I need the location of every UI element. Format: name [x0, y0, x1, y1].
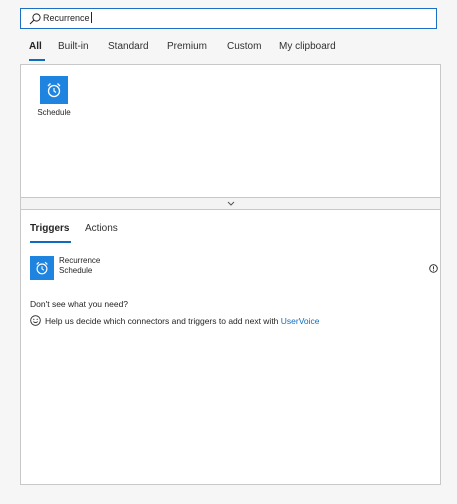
trigger-name: Recurrence: [59, 256, 101, 265]
tab-all[interactable]: All: [29, 41, 45, 61]
tab-standard[interactable]: Standard: [108, 41, 149, 52]
connector-schedule[interactable]: Schedule: [35, 76, 73, 117]
tab-triggers[interactable]: Triggers: [30, 223, 72, 243]
tab-built-in[interactable]: Built-in: [58, 41, 89, 52]
tab-premium[interactable]: Premium: [167, 41, 207, 52]
trigger-item-recurrence[interactable]: Recurrence Schedule: [30, 256, 438, 280]
chevron-down-icon: [227, 201, 235, 206]
uservoice-link[interactable]: UserVoice: [281, 316, 320, 326]
alarm-clock-icon: [30, 256, 54, 280]
help-line: Help us decide which connectors and trig…: [30, 315, 320, 326]
help-text: Help us decide which connectors and trig…: [45, 316, 281, 326]
tab-custom[interactable]: Custom: [227, 41, 261, 52]
search-input[interactable]: Recurrence: [43, 11, 92, 25]
results-panel: Triggers Actions Recurrence Schedule Don…: [20, 209, 441, 485]
smiley-icon: [30, 315, 41, 326]
connector-label: Schedule: [37, 108, 71, 117]
tab-actions[interactable]: Actions: [85, 223, 118, 234]
trigger-connector: Schedule: [59, 266, 93, 275]
info-icon[interactable]: [429, 264, 438, 273]
search-box[interactable]: Recurrence: [20, 8, 437, 29]
text-caret: [90, 12, 92, 23]
connectors-panel: Schedule: [20, 64, 441, 198]
help-question: Don't see what you need?: [30, 299, 129, 309]
alarm-clock-icon: [40, 76, 68, 104]
search-icon: [29, 13, 41, 25]
tab-my-clipboard[interactable]: My clipboard: [279, 41, 336, 52]
